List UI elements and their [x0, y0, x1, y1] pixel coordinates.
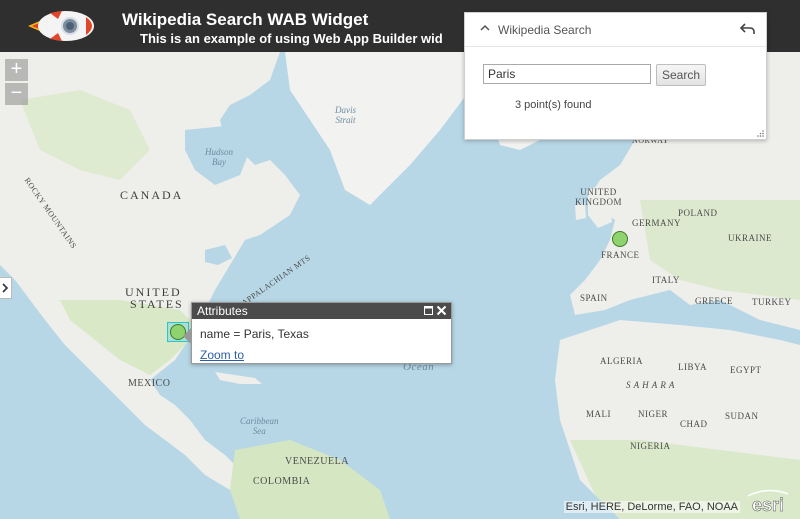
chevron-right-icon — [2, 283, 9, 293]
result-count: 3 point(s) found — [515, 99, 592, 111]
label-venezuela: VENEZUELA — [285, 456, 349, 467]
label-egypt: EGYPT — [730, 365, 762, 375]
label-mali: MALI — [586, 409, 611, 419]
zoom-to-link[interactable]: Zoom to — [200, 348, 244, 362]
label-united-kingdom: UNITED KINGDOM — [575, 187, 622, 207]
close-widget-icon[interactable] — [740, 20, 756, 36]
label-colombia: COLOMBIA — [253, 476, 311, 487]
app-title: Wikipedia Search WAB Widget — [122, 10, 369, 29]
label-libya: LIBYA — [678, 362, 707, 372]
label-nigeria: NIGERIA — [630, 441, 671, 451]
label-davis-strait: Davis Strait — [335, 105, 356, 125]
label-chad: CHAD — [680, 419, 708, 429]
widget-header: Wikipedia Search — [465, 13, 766, 47]
label-turkey: TURKEY — [752, 297, 792, 307]
search-button[interactable]: Search — [656, 64, 706, 86]
popup-pointer — [183, 327, 192, 345]
label-germany: GERMANY — [632, 218, 682, 228]
label-spain: SPAIN — [580, 293, 608, 303]
zoom-controls: + − — [5, 59, 28, 107]
label-hudson-bay: Hudson Bay — [205, 147, 234, 167]
esri-logo-text: esri — [752, 495, 784, 515]
maximize-icon[interactable] — [424, 306, 433, 315]
app-subtitle: This is an example of using Web App Buil… — [140, 31, 443, 46]
label-caribbean-sea: Caribbean Sea — [240, 416, 279, 436]
label-mexico: MEXICO — [128, 378, 171, 389]
attributes-popup: Attributes name = Paris, Texas Zoom to — [183, 302, 452, 364]
search-input[interactable] — [483, 64, 651, 84]
resize-handle-icon[interactable] — [757, 130, 764, 137]
label-poland: POLAND — [678, 208, 718, 218]
label-sudan: SUDAN — [725, 411, 759, 421]
close-icon[interactable] — [436, 305, 447, 316]
label-algeria: ALGERIA — [600, 356, 643, 366]
map-attribution: Esri, HERE, DeLorme, FAO, NOAA — [563, 501, 740, 513]
wikipedia-search-widget: Wikipedia Search Search 3 point(s) found — [464, 12, 767, 140]
rocket-logo-icon — [28, 11, 94, 41]
label-sahara: S A H A R A — [626, 380, 675, 390]
label-canada: CANADA — [120, 188, 184, 202]
label-ukraine: UKRAINE — [728, 233, 772, 243]
label-france: FRANCE — [601, 250, 640, 260]
zoom-out-button[interactable]: − — [5, 83, 28, 105]
side-panel-toggle[interactable] — [0, 277, 12, 299]
label-greece: GREECE — [695, 296, 733, 306]
popup-attribute-name: name = Paris, Texas — [200, 327, 309, 341]
zoom-in-button[interactable]: + — [5, 59, 28, 81]
label-italy: ITALY — [652, 275, 680, 285]
popup-title: Attributes — [197, 304, 248, 318]
popup-header: Attributes — [192, 303, 451, 319]
esri-logo-icon: esri — [747, 489, 789, 515]
label-states: STATES — [130, 297, 184, 311]
widget-title: Wikipedia Search — [498, 23, 592, 37]
result-point-paris-france[interactable] — [612, 231, 628, 247]
chevron-up-icon[interactable] — [478, 21, 492, 35]
label-niger: NIGER — [638, 409, 668, 419]
